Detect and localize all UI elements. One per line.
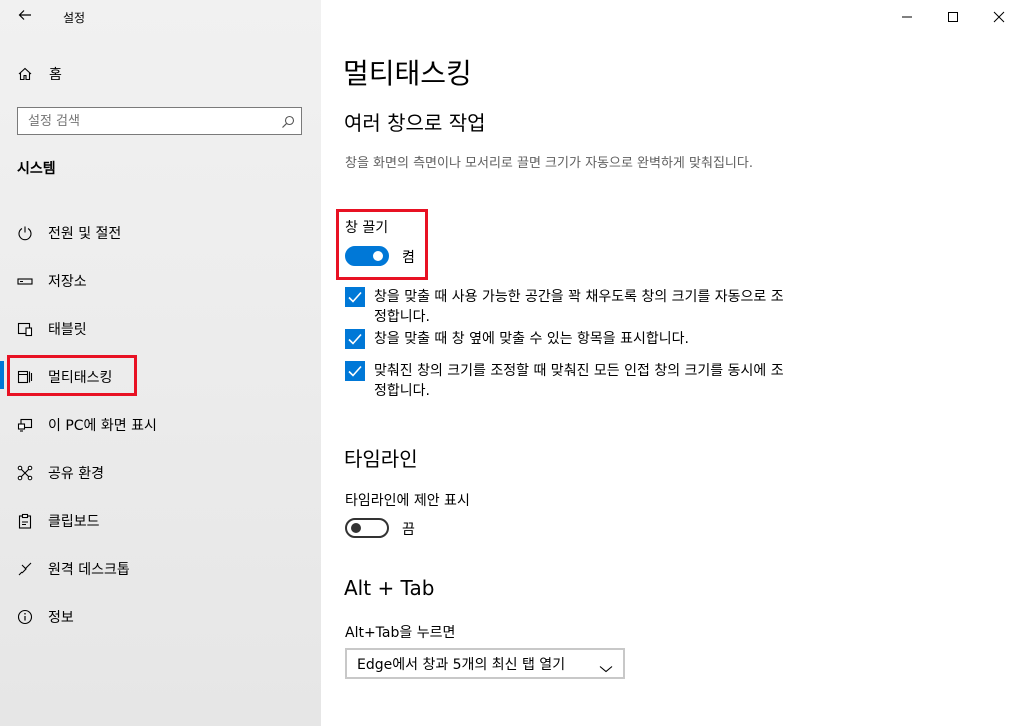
project-icon <box>17 417 33 433</box>
checkbox-checked[interactable] <box>345 329 365 349</box>
sidebar-item-shared[interactable]: 공유 환경 <box>17 461 104 485</box>
sidebar-item-power[interactable]: 전원 및 절전 <box>17 221 121 245</box>
storage-icon <box>17 273 33 289</box>
search-icon[interactable] <box>281 114 295 128</box>
sidebar-item-tablet[interactable]: 태블릿 <box>17 317 87 341</box>
section-title: 시스템 <box>17 161 56 177</box>
sidebar-item-home[interactable]: 홈 <box>17 63 62 85</box>
timeline-toggle-state: 끔 <box>402 522 415 538</box>
timeline-toggle[interactable] <box>345 518 389 538</box>
sidebar-item-label: 태블릿 <box>48 322 87 338</box>
alttab-heading: Alt + Tab <box>344 576 435 600</box>
minimize-icon[interactable] <box>884 0 930 34</box>
snap-toggle[interactable] <box>345 246 389 266</box>
snap-description: 창을 화면의 측면이나 모서리로 끌면 크기가 자동으로 완벽하게 맞춰집니다. <box>345 156 753 171</box>
remote-desktop-icon <box>17 561 33 577</box>
sidebar-item-about[interactable]: 정보 <box>17 605 74 629</box>
alttab-label: Alt+Tab을 누르면 <box>345 625 456 641</box>
alttab-dropdown[interactable]: Edge에서 창과 5개의 최신 탭 열기 <box>345 648 625 679</box>
checkbox-checked[interactable] <box>345 287 365 307</box>
back-arrow-icon[interactable] <box>13 7 37 27</box>
sidebar-item-label: 정보 <box>48 610 74 626</box>
sidebar-item-label: 전원 및 절전 <box>48 226 122 242</box>
dropdown-value: Edge에서 창과 5개의 최신 탭 열기 <box>357 656 566 673</box>
home-icon <box>17 66 33 82</box>
sidebar-item-project[interactable]: 이 PC에 화면 표시 <box>17 413 157 437</box>
sidebar-item-label: 저장소 <box>48 274 87 290</box>
option-text: 창을 맞출 때 창 옆에 맞출 수 있는 항목을 표시합니다. <box>374 331 689 347</box>
chevron-down-icon <box>599 659 613 672</box>
close-icon[interactable] <box>976 0 1022 34</box>
timeline-toggle-label: 타임라인에 제안 표시 <box>345 493 470 509</box>
window-controls <box>884 0 1022 34</box>
power-icon <box>17 225 33 241</box>
maximize-icon[interactable] <box>930 0 976 34</box>
snap-toggle-state: 켬 <box>402 250 415 266</box>
info-icon <box>17 609 33 625</box>
sidebar-item-storage[interactable]: 저장소 <box>17 269 87 293</box>
shared-experiences-icon <box>17 465 33 481</box>
highlight-box-multitasking <box>7 355 137 396</box>
toggle-knob <box>373 251 383 261</box>
snap-option-show-assist[interactable]: 창을 맞출 때 창 옆에 맞출 수 있는 항목을 표시합니다. <box>345 329 795 349</box>
snap-heading: 여러 창으로 작업 <box>344 111 486 135</box>
timeline-heading: 타임라인 <box>344 447 418 471</box>
snap-toggle-label: 창 끌기 <box>345 220 389 236</box>
search-field[interactable] <box>17 107 302 135</box>
checkbox-checked[interactable] <box>345 361 365 381</box>
clipboard-icon <box>17 513 33 529</box>
snap-option-resize-adjacent[interactable]: 맞춰진 창의 크기를 조정할 때 맞춰진 모든 인접 창의 크기를 동시에 조정… <box>345 361 795 401</box>
page-title: 멀티태스킹 <box>343 57 472 90</box>
active-indicator <box>0 361 4 389</box>
snap-option-fill-space[interactable]: 창을 맞출 때 사용 가능한 공간을 꽉 채우도록 창의 크기를 자동으로 조정… <box>345 287 795 327</box>
toggle-knob <box>351 523 361 533</box>
search-input[interactable] <box>18 108 278 134</box>
sidebar-item-label: 공유 환경 <box>48 466 104 482</box>
sidebar-item-label: 이 PC에 화면 표시 <box>48 418 157 434</box>
option-text: 창을 맞출 때 사용 가능한 공간을 꽉 채우도록 창의 크기를 자동으로 조정… <box>374 289 784 325</box>
sidebar-item-remote-desktop[interactable]: 원격 데스크톱 <box>17 557 130 581</box>
tablet-icon <box>17 321 33 337</box>
titlebar-left: 설정 <box>0 0 321 34</box>
app-title: 설정 <box>63 11 86 25</box>
sidebar-item-label: 홈 <box>49 67 62 83</box>
option-text: 맞춰진 창의 크기를 조정할 때 맞춰진 모든 인접 창의 크기를 동시에 조정… <box>374 363 784 399</box>
sidebar-item-label: 원격 데스크톱 <box>48 562 130 578</box>
sidebar-item-label: 클립보드 <box>48 514 100 530</box>
sidebar-item-clipboard[interactable]: 클립보드 <box>17 509 100 533</box>
